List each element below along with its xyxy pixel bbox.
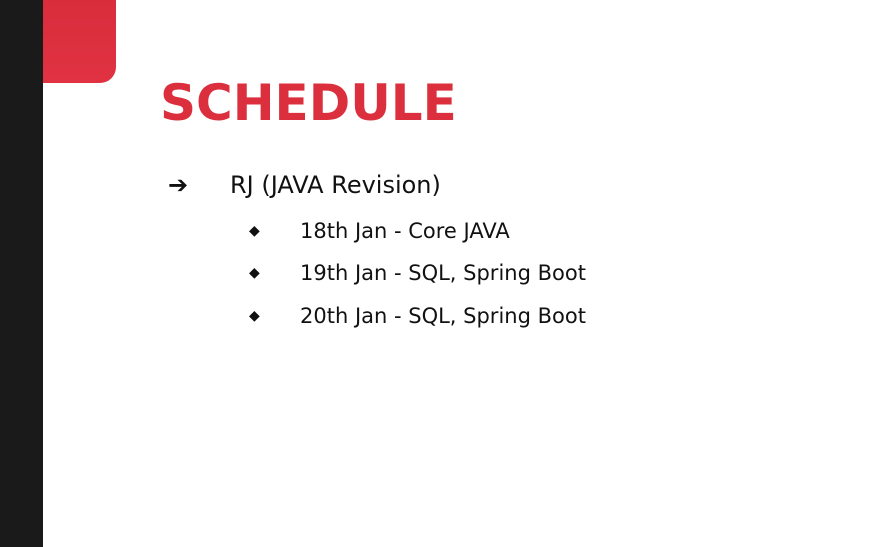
diamond-bullet-icon: ◆ [249, 223, 260, 239]
main-list-item-label: RJ (JAVA Revision) [230, 171, 441, 199]
diamond-bullet-icon: ◆ [249, 308, 260, 324]
diamond-bullet-icon: ◆ [249, 265, 260, 281]
sub-list-item: ◆ 18th Jan - Core JAVA [249, 216, 510, 246]
sub-list-item: ◆ 19th Jan - SQL, Spring Boot [249, 258, 586, 288]
left-dark-bar [0, 0, 43, 547]
main-list-item: ➔ RJ (JAVA Revision) [168, 168, 441, 202]
sub-list-item-label: 18th Jan - Core JAVA [300, 219, 510, 243]
red-corner-tab [43, 0, 116, 83]
sub-list-item-label: 20th Jan - SQL, Spring Boot [300, 304, 586, 328]
sub-list-item-label: 19th Jan - SQL, Spring Boot [300, 261, 586, 285]
arrow-right-icon: ➔ [168, 171, 189, 199]
sub-list-item: ◆ 20th Jan - SQL, Spring Boot [249, 301, 586, 331]
slide-title: SCHEDULE [160, 74, 457, 132]
slide-canvas: SCHEDULE ➔ RJ (JAVA Revision) ◆ 18th Jan… [0, 0, 896, 547]
